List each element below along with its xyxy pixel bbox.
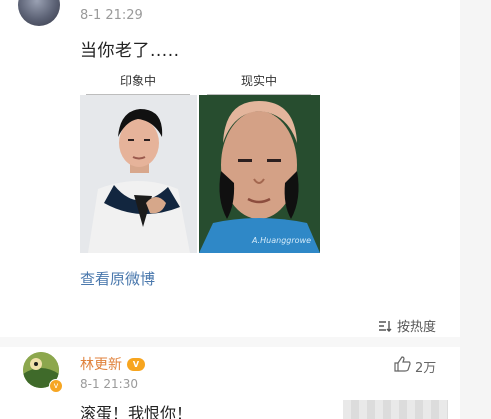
like-count: 2万 bbox=[415, 360, 437, 376]
comment-text: 滚蛋！我恨你！ bbox=[80, 404, 193, 419]
young-man-illustration bbox=[80, 95, 197, 253]
commenter-name: 林更新 bbox=[80, 357, 122, 373]
post-timestamp: 8-1 21:29 bbox=[80, 8, 143, 23]
verified-icon: v bbox=[49, 379, 63, 393]
bald-face-illustration bbox=[199, 95, 320, 253]
image-watermark: A.Huanggrowe bbox=[252, 236, 312, 245]
comment-like-button[interactable]: 2万 bbox=[394, 356, 436, 376]
commenter-name-row[interactable]: 林更新 V bbox=[80, 354, 145, 374]
sort-label: 按热度 bbox=[397, 320, 437, 335]
sort-by-hotness-toggle[interactable]: 按热度 bbox=[378, 316, 436, 335]
section-divider bbox=[0, 337, 460, 347]
impression-photo[interactable] bbox=[80, 95, 197, 253]
image-label-impression: 印象中 bbox=[78, 72, 198, 95]
side-background bbox=[460, 0, 491, 419]
post-text: 当你老了..... bbox=[80, 41, 180, 61]
view-original-link[interactable]: 查看原微博 bbox=[80, 268, 155, 289]
pixelated-area bbox=[343, 400, 448, 419]
comment-timestamp: 8-1 21:30 bbox=[80, 377, 138, 391]
reality-photo[interactable] bbox=[199, 95, 320, 253]
poster-avatar[interactable] bbox=[18, 0, 60, 26]
weibo-comment-screen: 8-1 21:29 当你老了..... 印象中 现实中 A.Huanggrowe… bbox=[0, 0, 491, 419]
image-label-reality: 现实中 bbox=[199, 72, 319, 95]
sort-icon bbox=[378, 320, 393, 332]
vip-badge-icon: V bbox=[127, 357, 145, 371]
thumbs-up-icon bbox=[394, 356, 411, 376]
